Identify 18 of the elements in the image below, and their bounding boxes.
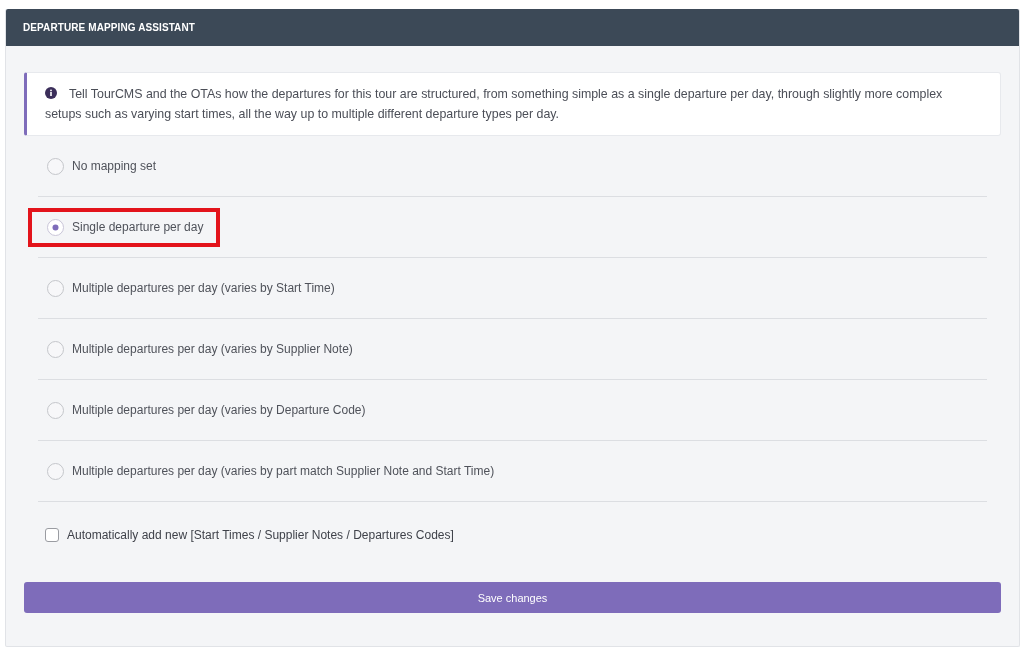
radio-button[interactable] (47, 218, 64, 236)
radio-button[interactable] (47, 462, 64, 480)
option-label: Multiple departures per day (varies by Supplier Note) (72, 342, 353, 356)
checkbox-label: Automatically add new [Start Times / Supplier Notes / Departures Codes] (67, 528, 454, 542)
checkbox[interactable] (45, 528, 59, 542)
radio-button[interactable] (47, 401, 64, 419)
panel-title: DEPARTURE MAPPING ASSISTANT (23, 22, 195, 33)
option-label: Multiple departures per day (varies by Departure Code) (72, 403, 366, 417)
option-label: Multiple departures per day (varies by Start Time) (72, 281, 335, 295)
radio-button[interactable] (47, 340, 64, 358)
info-text: Tell TourCMS and the OTAs how the departures for this tour are structured, from something simple as a single departure per day, through slightly more complex setups such as varying start times, all the way up to multiple different departure types per day. (45, 86, 944, 123)
save-button[interactable]: Save changes (24, 582, 1001, 613)
option-label: Single departure per day (72, 220, 204, 234)
info-icon (45, 87, 57, 99)
option-label: Multiple departures per day (varies by part match Supplier Note and Start Time) (72, 464, 495, 478)
option-label: No mapping set (72, 159, 157, 173)
radio-button[interactable] (47, 279, 64, 297)
radio-button[interactable] (47, 157, 64, 175)
